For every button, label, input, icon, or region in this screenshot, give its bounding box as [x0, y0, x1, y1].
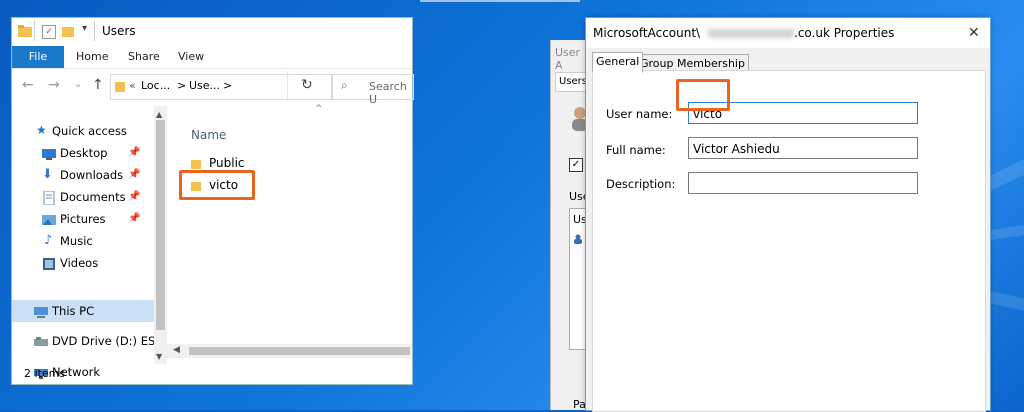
breadcrumb-separator-2[interactable]: >: [223, 79, 232, 92]
bg-bottom-label: Pa: [573, 398, 586, 411]
tab-view[interactable]: View: [178, 46, 204, 68]
folder-icon: [191, 158, 201, 169]
tab-file[interactable]: File: [12, 46, 64, 68]
nav-item-quick-access[interactable]: ★ Quick access: [12, 120, 154, 142]
status-bar: 2 items: [12, 364, 412, 384]
nav-item-documents[interactable]: Documents 📌: [12, 186, 154, 208]
user-properties-dialog: MicrosoftAccount\ .co.uk Properties ✕ Ge…: [586, 18, 990, 412]
tab-general[interactable]: General: [592, 52, 644, 73]
sort-ascending-icon: ^: [315, 104, 323, 114]
scroll-up-icon[interactable]: ▲: [156, 110, 162, 119]
scroll-down-icon[interactable]: ▼: [156, 352, 162, 361]
breadcrumb-separator[interactable]: >: [177, 79, 186, 92]
nav-label: Pictures: [60, 212, 106, 226]
scrollbar-thumb[interactable]: [189, 347, 410, 355]
address-bar[interactable]: « Loc... > Use... > ↻: [110, 71, 332, 101]
back-arrow-icon[interactable]: ←: [22, 70, 34, 100]
horizontal-scrollbar[interactable]: ◀: [167, 344, 412, 358]
search-box[interactable]: ⌕ Search U: [332, 74, 414, 106]
user-entry-icon: [573, 233, 583, 244]
user-name-label: User name:: [606, 107, 673, 121]
nav-label: Music: [60, 234, 93, 248]
description-field[interactable]: [688, 172, 918, 194]
nav-item-this-pc[interactable]: This PC: [12, 300, 154, 322]
document-icon: [42, 190, 56, 206]
search-placeholder: Search U: [369, 80, 407, 106]
dialog-title-suffix: .co.uk Properties: [794, 26, 895, 40]
desktop-icon: [42, 146, 56, 160]
full-name-field[interactable]: Victor Ashiedu: [688, 137, 918, 159]
nav-label: DVD Drive (D:) ESI: [52, 334, 159, 348]
nav-label: Quick access: [52, 124, 127, 138]
nav-item-desktop[interactable]: Desktop 📌: [12, 142, 154, 164]
computer-icon: [34, 304, 48, 318]
nav-pane-scrollbar[interactable]: ▲ ▼: [154, 106, 167, 364]
column-header-name[interactable]: Name: [191, 128, 226, 142]
tab-home[interactable]: Home: [76, 46, 108, 68]
music-note-icon: ♪: [44, 233, 53, 248]
victo-folder-highlight: [179, 170, 255, 200]
breadcrumb-users[interactable]: Use...: [189, 79, 220, 92]
scroll-left-icon[interactable]: ◀: [173, 345, 180, 355]
file-explorer-window: ✓ ▾ Users File Home Share View ← → ⌄ ↑ «…: [12, 18, 414, 384]
pictures-icon: [42, 212, 56, 226]
description-label: Description:: [606, 177, 676, 191]
forward-arrow-icon[interactable]: →: [48, 70, 60, 100]
nav-label: This PC: [52, 304, 95, 318]
breadcrumb-overflow[interactable]: «: [129, 79, 136, 92]
pin-icon[interactable]: 📌: [128, 142, 140, 164]
nav-label: Downloads: [60, 168, 124, 182]
explorer-titlebar: ✓ ▾ Users: [12, 18, 412, 46]
star-icon: ★: [36, 123, 47, 137]
up-arrow-icon[interactable]: ↑: [92, 70, 104, 100]
nav-item-dvd-drive[interactable]: DVD Drive (D:) ESI: [12, 330, 159, 352]
new-folder-icon[interactable]: [62, 25, 74, 37]
download-arrow-icon: ⬇: [42, 167, 53, 182]
properties-icon[interactable]: ✓: [42, 25, 56, 39]
user-accounts-window: User A Users ✓ Use Us Pa: [550, 40, 596, 411]
nav-item-downloads[interactable]: ⬇ Downloads 📌: [12, 164, 154, 186]
dialog-titlebar: MicrosoftAccount\ .co.uk Properties ✕: [586, 18, 990, 48]
folder-icon: [18, 25, 32, 37]
scrollbar-thumb[interactable]: [156, 120, 165, 330]
bg-checkbox[interactable]: ✓: [569, 158, 583, 172]
user-name-highlight: [676, 79, 730, 111]
bg-list-header: Us: [573, 213, 587, 226]
navigation-pane: ★ Quick access Desktop 📌 ⬇ Downloads 📌 D…: [12, 106, 159, 379]
tab-share[interactable]: Share: [128, 46, 160, 68]
nav-label: Videos: [60, 256, 99, 270]
address-folder-icon: [115, 80, 125, 92]
pin-icon[interactable]: 📌: [128, 208, 140, 230]
refresh-icon[interactable]: ↻: [301, 77, 313, 93]
recent-locations-icon[interactable]: ⌄: [74, 70, 82, 100]
dvd-drive-icon: [34, 334, 48, 348]
breadcrumb-local-disk[interactable]: Loc...: [141, 79, 170, 92]
nav-item-music[interactable]: ♪ Music: [12, 230, 154, 252]
nav-label: Documents: [60, 190, 126, 204]
pin-icon[interactable]: 📌: [128, 186, 140, 208]
search-icon: ⌕: [341, 78, 348, 92]
close-icon[interactable]: ✕: [968, 18, 980, 48]
nav-item-pictures[interactable]: Pictures 📌: [12, 208, 154, 230]
file-list: ^ Name Public victo: [167, 104, 412, 344]
pin-icon[interactable]: 📌: [128, 164, 140, 186]
nav-item-videos[interactable]: Videos: [12, 252, 154, 274]
window-title: Users: [102, 24, 136, 38]
nav-label: Desktop: [60, 146, 108, 160]
customize-quick-access-icon[interactable]: ▾: [82, 23, 87, 34]
full-name-label: Full name:: [606, 143, 666, 157]
navigation-bar: ← → ⌄ ↑ « Loc... > Use... > ↻ ⌕ Search U: [12, 70, 414, 106]
redacted-email: [708, 29, 794, 38]
videos-icon: [42, 256, 56, 270]
dialog-title-prefix: MicrosoftAccount\: [593, 26, 701, 40]
file-name: Public: [209, 156, 245, 170]
ribbon-tabs: File Home Share View: [12, 46, 412, 69]
item-count: 2 items: [24, 367, 66, 380]
general-tab-panel: User name: victo Full name: Victor Ashie…: [592, 70, 986, 412]
